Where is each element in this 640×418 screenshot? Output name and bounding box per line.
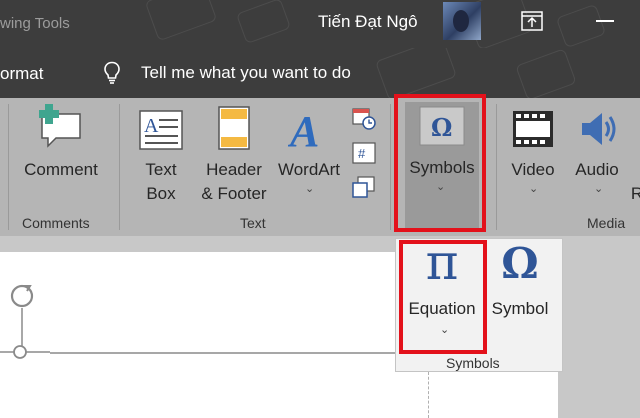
header-footer-button[interactable]: Header & Footer (192, 158, 276, 206)
group-separator (496, 104, 497, 230)
header-footer-icon[interactable] (218, 106, 250, 150)
user-name[interactable]: Tiến Đạt Ngô (318, 12, 418, 32)
omega-large-icon: Ω (501, 239, 539, 288)
wordart-icon[interactable]: A (288, 106, 328, 152)
minimize-icon[interactable] (596, 20, 614, 22)
text-box-icon[interactable]: A (139, 110, 183, 150)
symbol-button[interactable]: Ω Symbol (486, 239, 554, 333)
video-button[interactable]: Video (500, 158, 566, 182)
ribbon-display-options-icon[interactable] (521, 11, 543, 31)
comment-button[interactable]: Comment (18, 158, 104, 182)
new-comment-icon[interactable] (36, 104, 84, 150)
screen-recording-partial-label[interactable]: R (630, 182, 640, 206)
symbols-dropdown-group-label: Symbols (446, 355, 500, 371)
date-time-icon[interactable] (352, 106, 376, 130)
audio-chevron[interactable]: ⌄ (594, 182, 603, 195)
object-icon[interactable] (352, 176, 376, 198)
tab-bar: ormat Tell me what you want to do (0, 48, 640, 98)
selection-border (50, 352, 400, 354)
group-separator (119, 104, 120, 230)
audio-icon[interactable] (578, 110, 618, 148)
video-chevron[interactable]: ⌄ (529, 182, 538, 195)
tab-format[interactable]: ormat (0, 64, 43, 84)
audio-button[interactable]: Audio (566, 158, 628, 182)
media-group-label: Media (587, 215, 626, 231)
svg-text:A: A (288, 107, 319, 152)
symbol-label: Symbol (491, 299, 549, 318)
symbols-highlight-box (394, 94, 486, 232)
title-bar: wing Tools Tiến Đạt Ngô (0, 0, 640, 48)
wordart-chevron[interactable]: ⌄ (305, 182, 314, 195)
text-box-label-line2: Box (146, 184, 176, 203)
header-footer-label-line1: Header (206, 160, 262, 179)
avatar[interactable] (443, 2, 481, 40)
text-group-label: Text (240, 215, 266, 231)
text-box-label-line1: Text (145, 160, 177, 179)
ribbon: Comment Comments A Text Box Header & Foo… (0, 94, 640, 236)
svg-text:#: # (358, 146, 366, 161)
slide-number-icon[interactable]: # (352, 142, 376, 164)
equation-highlight-box (399, 240, 487, 354)
contextual-tools-label: wing Tools (0, 15, 70, 32)
video-icon[interactable] (512, 110, 554, 148)
guide-line (428, 372, 429, 418)
svg-text:A: A (144, 115, 159, 137)
group-separator (390, 104, 391, 230)
comments-group-label: Comments (22, 215, 90, 231)
lightbulb-icon[interactable] (103, 61, 121, 85)
text-box-button[interactable]: Text Box (132, 158, 190, 206)
header-footer-label-line2: & Footer (201, 184, 267, 203)
group-separator (8, 104, 9, 230)
tell-me-search[interactable]: Tell me what you want to do (141, 63, 351, 83)
wordart-button[interactable]: WordArt (272, 158, 346, 182)
rotate-handle-icon[interactable] (0, 282, 50, 362)
